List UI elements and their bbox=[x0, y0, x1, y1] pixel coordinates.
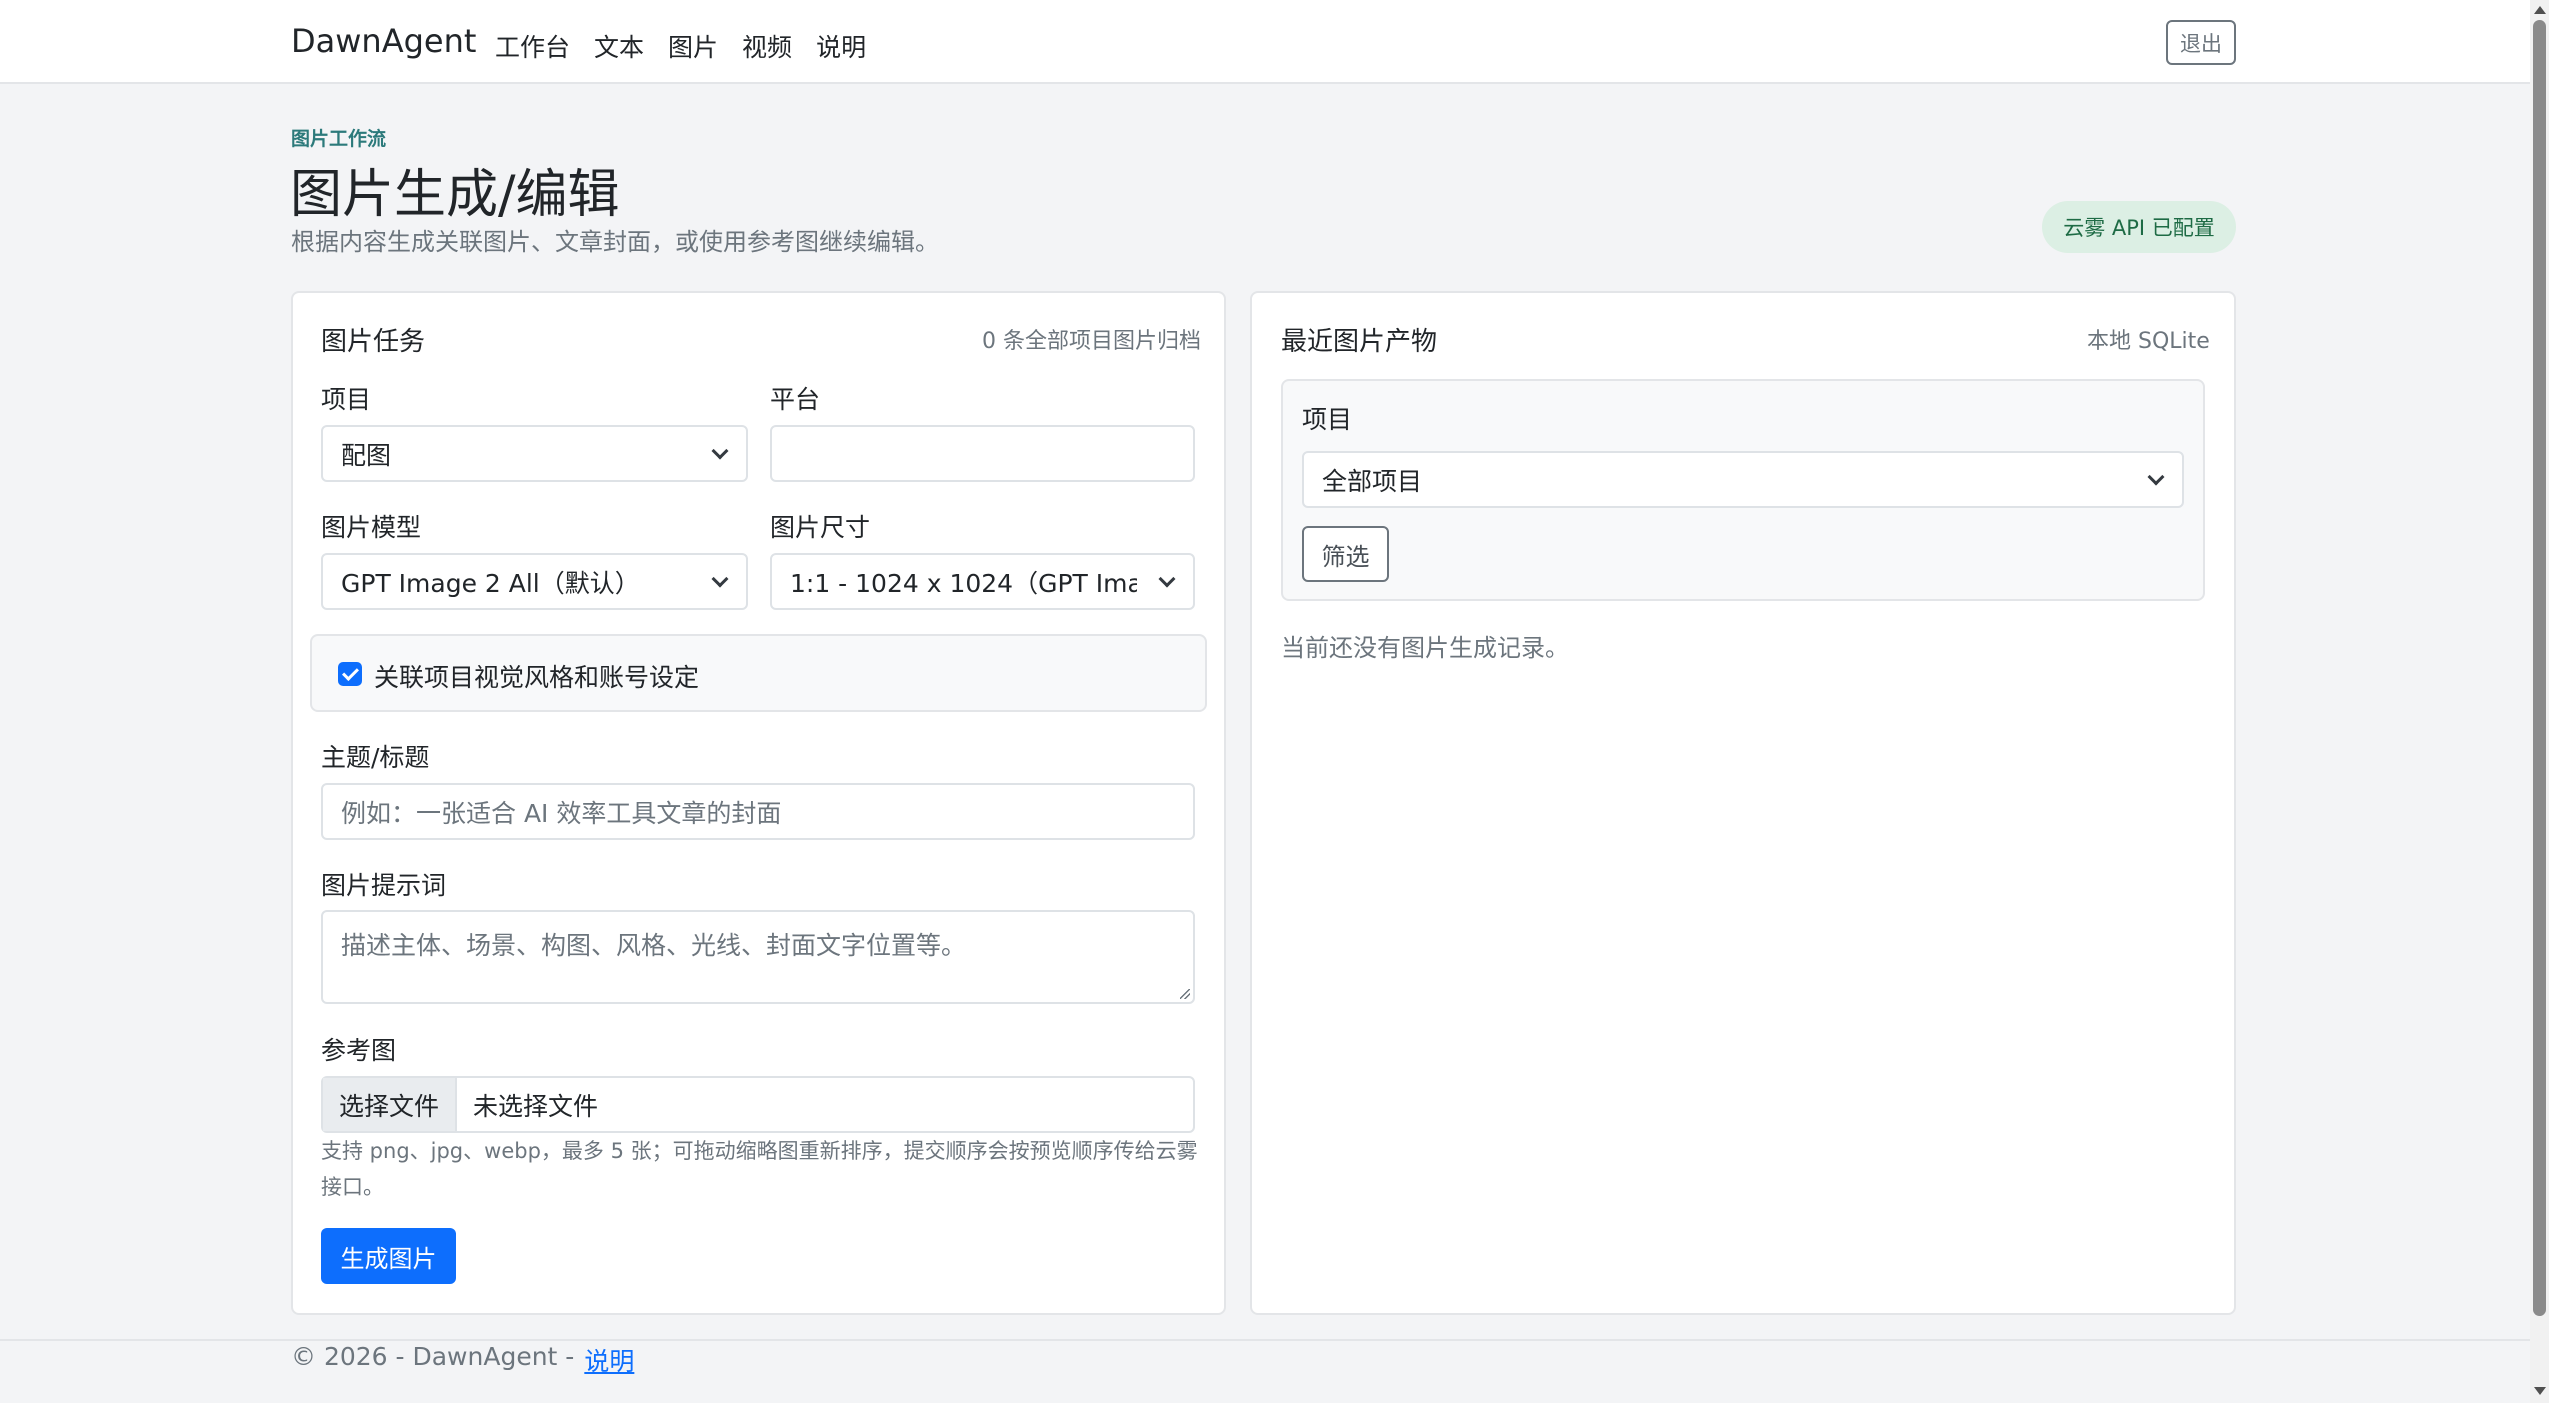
platform-input[interactable] bbox=[770, 425, 1195, 482]
size-select[interactable]: 1:1 - 1024 x 1024（GPT Image bbox=[770, 553, 1195, 610]
prompt-label: 图片提示词 bbox=[321, 871, 447, 900]
nav-link-text[interactable]: 文本 bbox=[594, 28, 644, 64]
nav-links: 工作台 文本 图片 视频 说明 bbox=[495, 28, 866, 64]
nav-link-image[interactable]: 图片 bbox=[668, 28, 718, 64]
chevron-down-icon bbox=[711, 570, 729, 588]
logout-button[interactable]: 退出 bbox=[2166, 20, 2236, 65]
topic-label: 主题/标题 bbox=[321, 743, 430, 772]
topic-input[interactable]: 例如：一张适合 AI 效率工具文章的封面 bbox=[321, 783, 1195, 840]
project-select-value: 配图 bbox=[341, 440, 392, 470]
reference-help-text: 支持 png、jpg、webp，最多 5 张；可拖动缩略图重新排序，提交顺序会按… bbox=[321, 1139, 1198, 1199]
scroll-down-arrow-icon[interactable] bbox=[2534, 1387, 2546, 1395]
filter-button[interactable]: 筛选 bbox=[1302, 526, 1389, 582]
size-select-value: 1:1 - 1024 x 1024（GPT Image bbox=[790, 568, 1137, 598]
nav-link-docs[interactable]: 说明 bbox=[816, 28, 866, 64]
link-style-label[interactable]: 关联项目视觉风格和账号设定 bbox=[374, 658, 699, 694]
page-subtitle: 根据内容生成关联图片、文章封面，或使用参考图继续编辑。 bbox=[291, 228, 939, 256]
nav-link-workbench[interactable]: 工作台 bbox=[495, 28, 570, 64]
image-task-title: 图片任务 bbox=[321, 327, 426, 357]
no-file-text: 未选择文件 bbox=[473, 1091, 599, 1121]
link-style-panel: 关联项目视觉风格和账号设定 bbox=[310, 634, 1207, 712]
empty-state-text: 当前还没有图片生成记录。 bbox=[1281, 634, 1569, 662]
nav-link-video[interactable]: 视频 bbox=[742, 28, 792, 64]
prompt-textarea[interactable]: 描述主体、场景、构图、风格、光线、封面文字位置等。 bbox=[321, 910, 1195, 1004]
filter-project-label: 项目 bbox=[1302, 405, 1353, 434]
storage-label: 本地 SQLite bbox=[2087, 329, 2210, 354]
page: DawnAgent 工作台 文本 图片 视频 说明 退出 图片工作流 图片生成/… bbox=[0, 0, 2549, 1403]
filter-project-select[interactable]: 全部项目 bbox=[1302, 451, 2184, 508]
filter-project-value: 全部项目 bbox=[1322, 466, 1423, 496]
top-navbar: DawnAgent 工作台 文本 图片 视频 说明 退出 bbox=[0, 0, 2530, 84]
scroll-up-arrow-icon[interactable] bbox=[2534, 6, 2546, 14]
footer-docs-link[interactable]: 说明 bbox=[584, 1342, 634, 1378]
model-select-value: GPT Image 2 All（默认） bbox=[341, 568, 640, 598]
scrollbar-thumb[interactable] bbox=[2533, 20, 2546, 1316]
recent-images-title: 最近图片产物 bbox=[1281, 327, 1438, 357]
reference-label: 参考图 bbox=[321, 1036, 397, 1065]
size-label: 图片尺寸 bbox=[770, 513, 871, 542]
chevron-down-icon bbox=[711, 442, 729, 460]
brand-logo[interactable]: DawnAgent bbox=[291, 22, 476, 60]
page-title: 图片生成/编辑 bbox=[290, 165, 620, 225]
link-style-checkbox[interactable] bbox=[338, 662, 362, 686]
model-select[interactable]: GPT Image 2 All（默认） bbox=[321, 553, 748, 610]
choose-file-button[interactable]: 选择文件 bbox=[323, 1078, 457, 1131]
project-select[interactable]: 配图 bbox=[321, 425, 748, 482]
footer-divider bbox=[0, 1339, 2530, 1341]
footer-copyright: © 2026 - DawnAgent - bbox=[291, 1342, 575, 1371]
project-label: 项目 bbox=[321, 385, 372, 414]
reference-file-input[interactable]: 选择文件 未选择文件 bbox=[321, 1076, 1195, 1133]
resize-grip-icon[interactable] bbox=[1180, 989, 1190, 999]
footer: © 2026 - DawnAgent - 说明 bbox=[291, 1342, 634, 1378]
prompt-textarea-placeholder: 描述主体、场景、构图、风格、光线、封面文字位置等。 bbox=[341, 931, 967, 960]
platform-label: 平台 bbox=[770, 385, 821, 414]
chevron-down-icon bbox=[2147, 468, 2165, 486]
generate-image-button[interactable]: 生成图片 bbox=[321, 1228, 456, 1284]
model-label: 图片模型 bbox=[321, 513, 422, 542]
topic-input-placeholder: 例如：一张适合 AI 效率工具文章的封面 bbox=[341, 798, 782, 828]
chevron-down-icon bbox=[1158, 570, 1176, 588]
api-status-badge: 云雾 API 已配置 bbox=[2042, 201, 2236, 253]
page-eyebrow: 图片工作流 bbox=[291, 128, 387, 150]
archive-count: 0 条全部项目图片归档 bbox=[982, 329, 1201, 354]
